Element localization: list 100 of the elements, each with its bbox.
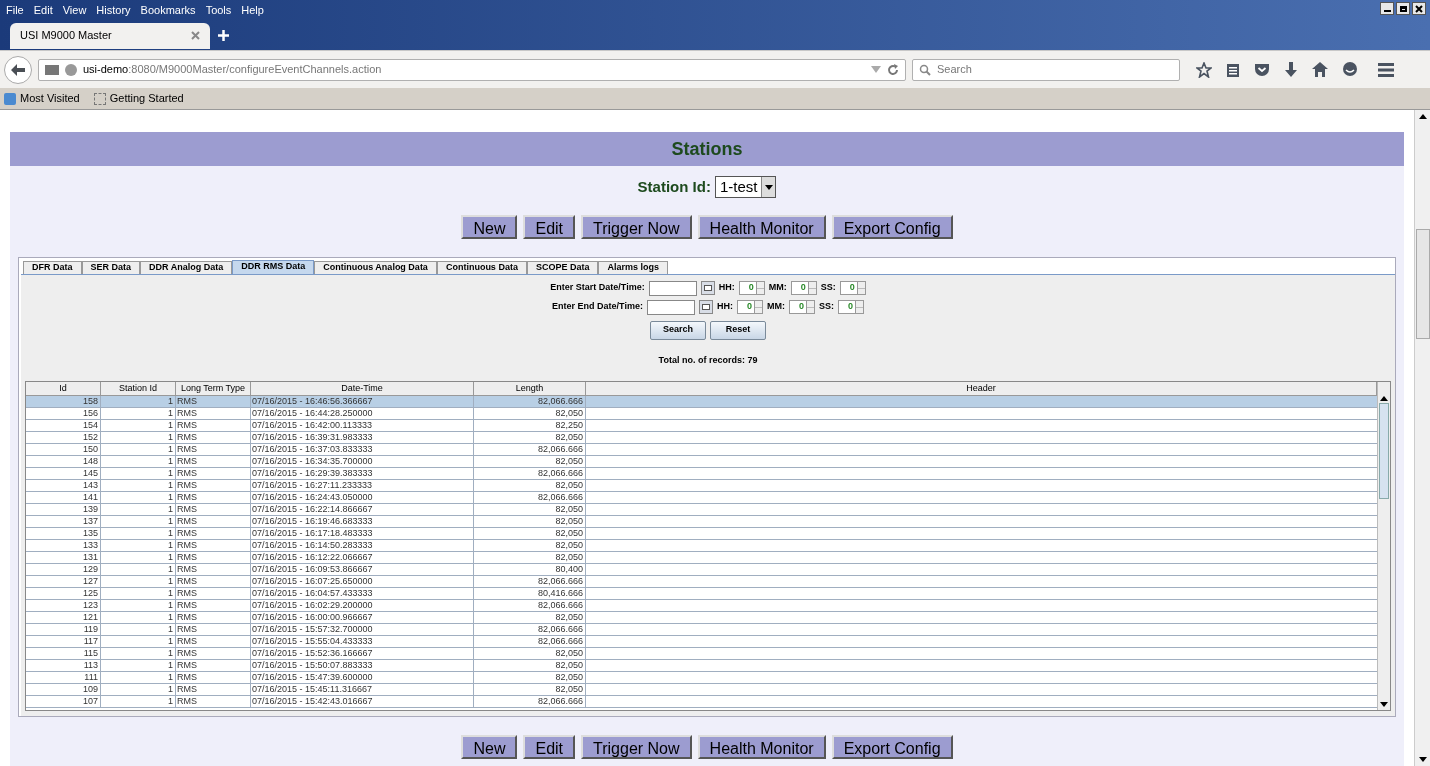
close-button[interactable] — [1412, 2, 1426, 15]
tab[interactable]: SER Data — [81, 260, 141, 274]
clipboard-icon[interactable] — [1226, 61, 1240, 78]
action-button[interactable]: Edit — [523, 214, 576, 239]
table-row[interactable]: 131 1 RMS 07/16/2015 - 16:12:22.066667 82,050 — [26, 552, 1377, 564]
table-row[interactable]: 150 1 RMS 07/16/2015 - 16:37:03.833333 82,066.666 — [26, 444, 1377, 456]
action-button[interactable]: Export Config — [831, 734, 953, 759]
scroll-up-icon[interactable] — [1418, 114, 1427, 119]
column-header[interactable]: Long Term Type — [176, 382, 251, 395]
smiley-icon[interactable] — [1342, 61, 1358, 78]
number-spinner[interactable]: 0 — [837, 300, 864, 314]
home-icon[interactable] — [1312, 62, 1328, 77]
action-button[interactable]: Trigger Now — [581, 214, 692, 239]
table-row[interactable]: 154 1 RMS 07/16/2015 - 16:42:00.113333 82,250 — [26, 420, 1377, 432]
menu-item[interactable]: File — [6, 2, 24, 19]
calendar-icon[interactable] — [698, 300, 713, 314]
star-icon[interactable] — [1196, 61, 1212, 78]
calendar-icon[interactable] — [700, 281, 715, 295]
table-row[interactable]: 139 1 RMS 07/16/2015 - 16:22:14.866667 82,050 — [26, 504, 1377, 516]
number-spinner[interactable]: 0 — [839, 281, 866, 295]
minimize-button[interactable] — [1380, 2, 1394, 15]
column-header[interactable]: Station Id — [101, 382, 176, 395]
tab[interactable]: SCOPE Data — [526, 260, 599, 274]
restore-button[interactable] — [1396, 2, 1410, 15]
field-label: MM: — [768, 281, 787, 295]
back-button[interactable] — [4, 55, 32, 84]
action-button[interactable]: Trigger Now — [581, 734, 692, 759]
table-row[interactable]: 121 1 RMS 07/16/2015 - 16:00:00.966667 82,050 — [26, 612, 1377, 624]
table-row[interactable]: 143 1 RMS 07/16/2015 - 16:27:11.233333 82,050 — [26, 480, 1377, 492]
number-spinner[interactable]: 0 — [738, 281, 765, 295]
scroll-down-icon[interactable] — [1418, 757, 1427, 762]
station-select[interactable]: 1-test — [714, 176, 777, 199]
action-button[interactable]: New — [461, 214, 518, 239]
bookmark-link[interactable]: Getting Started — [109, 90, 184, 107]
menu-item[interactable]: Help — [241, 2, 264, 19]
tab[interactable]: DFR Data — [23, 260, 82, 274]
filter-button[interactable]: Reset — [710, 320, 766, 340]
table-row[interactable]: 133 1 RMS 07/16/2015 - 16:14:50.283333 82,050 — [26, 540, 1377, 552]
table-row[interactable]: 107 1 RMS 07/16/2015 - 15:42:43.016667 82,066.666 — [26, 696, 1377, 708]
table-row[interactable]: 113 1 RMS 07/16/2015 - 15:50:07.883333 82,050 — [26, 660, 1377, 672]
date-field[interactable] — [648, 280, 697, 296]
action-button[interactable]: Health Monitor — [697, 734, 826, 759]
menu-icon[interactable] — [1378, 62, 1394, 77]
menu-item[interactable]: View — [62, 2, 87, 19]
menu-item[interactable]: Edit — [33, 2, 53, 19]
search-input[interactable]: Search — [937, 61, 1173, 78]
table-row[interactable]: 117 1 RMS 07/16/2015 - 15:55:04.433333 82,066.666 — [26, 636, 1377, 648]
action-button[interactable]: New — [461, 734, 518, 759]
bookmark-link[interactable]: Most Visited — [20, 90, 80, 107]
address-bar[interactable]: usi-demo:8080/M9000Master/configureEventChannels.action — [38, 58, 906, 81]
action-button[interactable]: Export Config — [831, 214, 953, 239]
column-header[interactable]: Date-Time — [251, 382, 474, 395]
table-row[interactable]: 109 1 RMS 07/16/2015 - 15:45:11.316667 82,050 — [26, 684, 1377, 696]
table-cell: RMS — [176, 696, 251, 708]
tab[interactable]: DDR RMS Data — [232, 259, 315, 274]
table-row[interactable]: 137 1 RMS 07/16/2015 - 16:19:46.683333 82,050 — [26, 516, 1377, 528]
table-row[interactable]: 156 1 RMS 07/16/2015 - 16:44:28.250000 82,050 — [26, 408, 1377, 420]
table-row[interactable]: 135 1 RMS 07/16/2015 - 16:17:18.483333 82,050 — [26, 528, 1377, 540]
back-arrow-icon — [11, 63, 25, 76]
tab[interactable]: DDR Analog Data — [140, 260, 233, 274]
column-header[interactable]: Id — [26, 382, 101, 395]
number-spinner[interactable]: 0 — [736, 300, 763, 314]
table-row[interactable]: 152 1 RMS 07/16/2015 - 16:39:31.983333 82,050 — [26, 432, 1377, 444]
table-row[interactable]: 127 1 RMS 07/16/2015 - 16:07:25.650000 82,066.666 — [26, 576, 1377, 588]
scrollbar[interactable] — [1377, 382, 1390, 710]
scroll-thumb[interactable] — [1415, 229, 1430, 339]
scroll-down-icon[interactable] — [1380, 702, 1388, 707]
table-row[interactable]: 129 1 RMS 07/16/2015 - 16:09:53.866667 80,400 — [26, 564, 1377, 576]
menu-item[interactable]: Bookmarks — [140, 2, 196, 19]
table-row[interactable]: 158 1 RMS 07/16/2015 - 16:46:56.366667 82,066.666 — [26, 396, 1377, 408]
date-field[interactable] — [646, 299, 695, 315]
scroll-thumb[interactable] — [1379, 403, 1389, 499]
table-row[interactable]: 141 1 RMS 07/16/2015 - 16:24:43.050000 82,066.666 — [26, 492, 1377, 504]
table-row[interactable]: 125 1 RMS 07/16/2015 - 16:04:57.433333 80,416.666 — [26, 588, 1377, 600]
browser-tab[interactable]: USI M9000 Master — [10, 22, 210, 49]
download-icon[interactable] — [1284, 61, 1298, 78]
tab[interactable]: Alarms logs — [598, 260, 668, 274]
menu-item[interactable]: History — [96, 2, 131, 19]
table-row[interactable]: 145 1 RMS 07/16/2015 - 16:29:39.383333 82,066.666 — [26, 468, 1377, 480]
table-row[interactable]: 111 1 RMS 07/16/2015 - 15:47:39.600000 82,050 — [26, 672, 1377, 684]
table-row[interactable]: 148 1 RMS 07/16/2015 - 16:34:35.700000 82,050 — [26, 456, 1377, 468]
new-tab-icon[interactable] — [218, 29, 229, 41]
menu-item[interactable]: Tools — [205, 2, 232, 19]
action-button[interactable]: Edit — [523, 734, 576, 759]
table-row[interactable]: 115 1 RMS 07/16/2015 - 15:52:36.166667 82,050 — [26, 648, 1377, 660]
tab[interactable]: Continuous Analog Data — [314, 260, 437, 274]
pocket-icon[interactable] — [1254, 62, 1270, 77]
scroll-up-icon[interactable] — [1380, 396, 1388, 401]
filter-button[interactable]: Search — [650, 320, 706, 340]
reload-icon[interactable] — [887, 63, 899, 76]
number-spinner[interactable]: 0 — [790, 281, 817, 295]
column-header[interactable]: Length — [474, 382, 586, 395]
number-spinner[interactable]: 0 — [788, 300, 815, 314]
action-button[interactable]: Health Monitor — [697, 214, 826, 239]
tab[interactable]: Continuous Data — [436, 260, 527, 274]
close-icon[interactable] — [191, 31, 200, 40]
search-field[interactable]: Search — [912, 58, 1180, 81]
page-scrollbar[interactable] — [1414, 110, 1430, 766]
table-row[interactable]: 119 1 RMS 07/16/2015 - 15:57:32.700000 82,066.666 — [26, 624, 1377, 636]
table-row[interactable]: 123 1 RMS 07/16/2015 - 16:02:29.200000 82,066.666 — [26, 600, 1377, 612]
